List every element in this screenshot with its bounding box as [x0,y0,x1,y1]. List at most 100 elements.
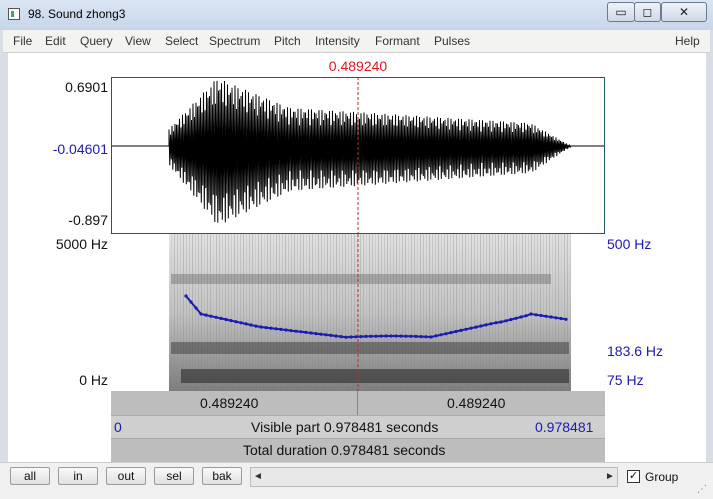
pitch-point [224,317,228,322]
pitch-point [504,319,508,323]
spectrogram-striation [192,234,193,391]
pitch-point [329,333,333,337]
spectrogram-striation [366,234,367,391]
zoom-out-button[interactable]: out [106,467,146,485]
spectrogram-striation [360,234,361,391]
spectrogram-plot[interactable] [111,234,605,391]
resize-grip-icon[interactable]: ⋰ [697,484,707,495]
spectrogram-striation [468,234,469,391]
spectrogram-striation [453,234,454,391]
visible-part-label: Visible part 0.978481 seconds [251,419,439,435]
zoom-in-button[interactable]: in [58,467,98,485]
waveform-max-label: 0.6901 [65,79,108,95]
spectrogram-striation [534,234,535,391]
pitch-point [554,316,558,320]
spectrogram-striation [309,234,310,391]
zoom-selection-button[interactable]: sel [154,467,194,485]
spectrogram-striation [303,234,304,391]
menu-edit[interactable]: Edit [45,34,66,48]
pitch-point [429,335,433,339]
pitch-point [354,335,358,339]
spectrogram-striation [330,234,331,391]
pitch-point [374,334,378,338]
zoom-all-button[interactable]: all [10,467,50,485]
spectrogram-striation [474,234,475,391]
spectrogram-striation [237,234,238,391]
cursor-time-label: 0.489240 [328,58,388,74]
spectrogram-bottom-freq-label: 0 Hz [79,372,108,388]
pitch-point [489,322,493,326]
spectrogram-striation [180,234,181,391]
close-button[interactable]: ✕ [661,2,707,22]
minimize-button[interactable]: ▭ [607,2,635,22]
spectrogram-striation [195,234,196,391]
pitch-point [299,330,303,334]
menu-select[interactable]: Select [165,34,198,48]
pitch-point [449,331,453,335]
right-part-time: 0.489240 [447,395,506,411]
pitch-point [344,335,348,339]
spectrogram-striation [189,234,190,391]
spectrogram-striation [543,234,544,391]
horizontal-scrollbar[interactable] [250,467,618,487]
spectrogram-striation [219,234,220,391]
spectrogram-striation [507,234,508,391]
spectrogram-striation [393,234,394,391]
spectrogram-striation [351,234,352,391]
spectrogram-striation [426,234,427,391]
pitch-point [359,335,363,339]
scroll-left-arrow-icon[interactable]: ◄ [251,468,265,486]
pitch-point [414,334,418,338]
spectrogram-striation [216,234,217,391]
pitch-point [484,323,488,327]
spectrogram-striation [378,234,379,391]
spectrogram-striation [357,234,358,391]
spectrogram-striation [462,234,463,391]
scroll-right-arrow-icon[interactable]: ► [603,468,617,486]
menu-view[interactable]: View [125,34,151,48]
spectrogram-striation [207,234,208,391]
pitch-point [479,324,483,328]
spectrogram-striation [363,234,364,391]
zoom-back-button[interactable]: bak [202,467,242,485]
menu-pulses[interactable]: Pulses [434,34,470,48]
waveform-plot[interactable] [111,77,605,234]
pitch-point [514,316,518,320]
menu-spectrum[interactable]: Spectrum [209,34,260,48]
spectrogram-striation [399,234,400,391]
total-duration-label: Total duration 0.978481 seconds [243,442,446,458]
pitch-point [494,321,498,325]
pitch-point [319,332,323,336]
spectrogram-striation [333,234,334,391]
spectrogram-striation [300,234,301,391]
pitch-point [214,315,218,319]
pitch-point [264,326,268,330]
spectrogram-striation [516,234,517,391]
pitch-point [454,329,458,334]
pitch-point [384,334,388,338]
spectrogram-striation [240,234,241,391]
pitch-point [399,334,403,338]
maximize-button[interactable]: ◻ [634,2,661,22]
pitch-point [519,315,523,319]
menu-help[interactable]: Help [675,34,700,48]
spectrogram-striation [414,234,415,391]
spectrogram-striation [285,234,286,391]
spectrogram-striation [213,234,214,391]
menu-query[interactable]: Query [80,34,113,48]
spectrogram-striation [273,234,274,391]
group-checkbox[interactable]: ✓ [627,470,640,483]
selection-time-bar[interactable] [111,391,605,415]
pitch-point [434,334,438,338]
menu-pitch[interactable]: Pitch [274,34,301,48]
menu-formant[interactable]: Formant [375,34,420,48]
spectrogram-striation [540,234,541,391]
menu-file[interactable]: File [13,34,32,48]
pitch-point [559,316,563,321]
spectrogram-striation [495,234,496,391]
spectrogram-striation [459,234,460,391]
pitch-point [389,334,393,338]
menu-intensity[interactable]: Intensity [315,34,360,48]
spectrogram-striation [384,234,385,391]
spectrogram-striation [315,234,316,391]
